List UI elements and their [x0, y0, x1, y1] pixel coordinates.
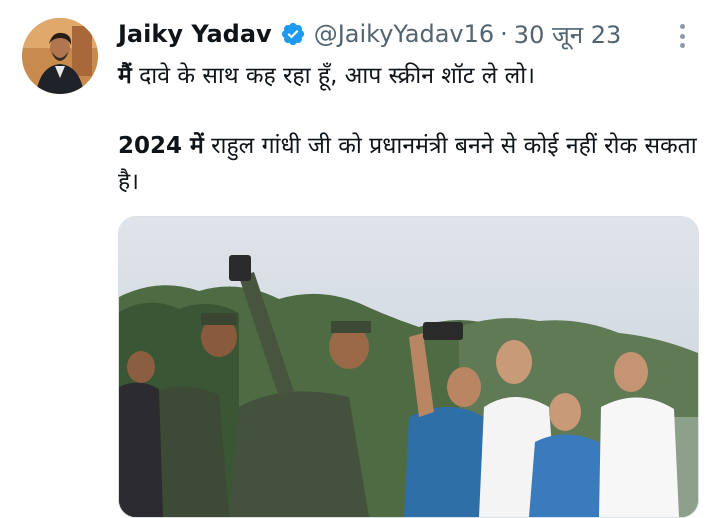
tweet[interactable]: Jaiky Yadav @JaikyYadav16 · 30 जून 23 मै…: [0, 0, 720, 518]
tweet-photo[interactable]: [118, 216, 699, 518]
verified-badge-icon: [280, 21, 306, 47]
tweet-text: मैं दावे के साथ कह रहा हूँ, आप स्क्रीन श…: [118, 58, 708, 200]
tweet-text-line-2: 2024 में राहुल गांधी जी को प्रधानमंत्री …: [118, 128, 708, 200]
tweet-text-line-1: मैं दावे के साथ कह रहा हूँ, आप स्क्रीन श…: [118, 58, 708, 94]
text-span: दावे के साथ कह रहा हूँ, आप स्क्रीन शॉट ल…: [131, 63, 535, 89]
separator-dot: ·: [500, 20, 508, 48]
bold-text: 2024 में: [118, 133, 204, 159]
tweet-header: Jaiky Yadav @JaikyYadav16 · 30 जून 23: [118, 14, 621, 54]
more-dot: [679, 24, 685, 29]
more-dot: [679, 33, 685, 39]
author-handle[interactable]: @JaikyYadav16: [314, 20, 494, 48]
avatar[interactable]: [22, 18, 98, 94]
bold-text: मैं: [118, 63, 132, 89]
tweet-date[interactable]: 30 जून 23: [514, 18, 621, 51]
text-span: राहुल गांधी जी को प्रधानमंत्री बनने से क…: [118, 133, 697, 195]
more-options-icon[interactable]: [672, 22, 692, 50]
author-name[interactable]: Jaiky Yadav: [118, 20, 272, 48]
more-dot: [679, 43, 685, 48]
